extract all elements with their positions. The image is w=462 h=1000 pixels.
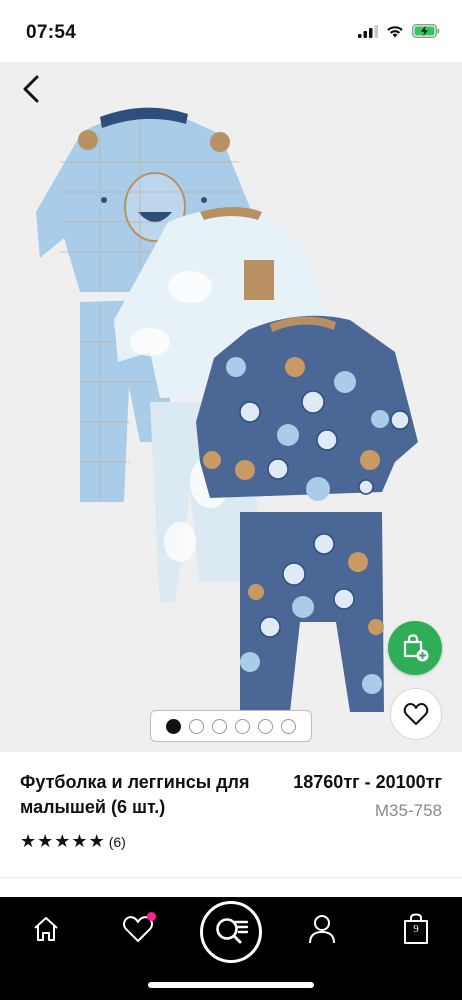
battery-charging-icon: [412, 24, 440, 38]
back-button[interactable]: [14, 72, 48, 106]
wishlist-button[interactable]: [390, 688, 442, 740]
tab-home[interactable]: [26, 911, 66, 947]
divider: [0, 877, 462, 897]
add-to-cart-button[interactable]: [388, 621, 442, 675]
product-rating[interactable]: ★ ★ ★ ★ ★ (6): [20, 832, 126, 852]
status-time: 07:54: [26, 22, 77, 43]
home-icon: [34, 917, 58, 941]
bottom-tab-bar: 9: [0, 897, 462, 1000]
pager-dot-2[interactable]: [189, 718, 204, 734]
star-icon: ★: [71, 831, 88, 852]
tab-bag[interactable]: 9: [396, 911, 436, 947]
user-icon: [309, 915, 335, 944]
product-title: Футболка и леггинсы для малышей (6 шт.): [20, 772, 250, 817]
pager-dot-6[interactable]: [281, 718, 296, 734]
tab-favorites[interactable]: [118, 911, 158, 947]
status-icons: [358, 24, 440, 38]
bag-count: 9: [413, 923, 419, 935]
wifi-icon: [387, 25, 403, 37]
star-icon: ★: [37, 831, 54, 852]
signal-icon: [358, 24, 378, 38]
product-price: 18760тг - 20100тг: [293, 772, 442, 792]
product-sku: M35-758: [374, 801, 442, 820]
gallery-pager: [150, 710, 312, 742]
pager-dot-3[interactable]: [212, 718, 227, 734]
search-list-icon: [216, 918, 249, 944]
product-gallery[interactable]: [0, 62, 462, 752]
tab-account[interactable]: [302, 911, 342, 947]
chevron-left-icon: [23, 75, 39, 103]
bag-add-icon: [403, 634, 429, 662]
star-icon: ★: [88, 831, 105, 852]
star-icon: ★: [54, 831, 71, 852]
status-bar: 07:54: [0, 0, 462, 62]
pager-dot-5[interactable]: [258, 718, 273, 734]
tab-search[interactable]: [200, 901, 262, 963]
pager-dot-1[interactable]: [166, 718, 181, 734]
favorites-badge: [147, 912, 156, 921]
product-info: Футболка и леггинсы для малышей (6 шт.) …: [0, 752, 462, 877]
home-indicator: [148, 982, 314, 988]
star-icon: ★: [20, 831, 37, 852]
heart-icon: [403, 703, 429, 725]
rating-count: (6): [108, 834, 126, 850]
pager-dot-4[interactable]: [235, 718, 250, 734]
